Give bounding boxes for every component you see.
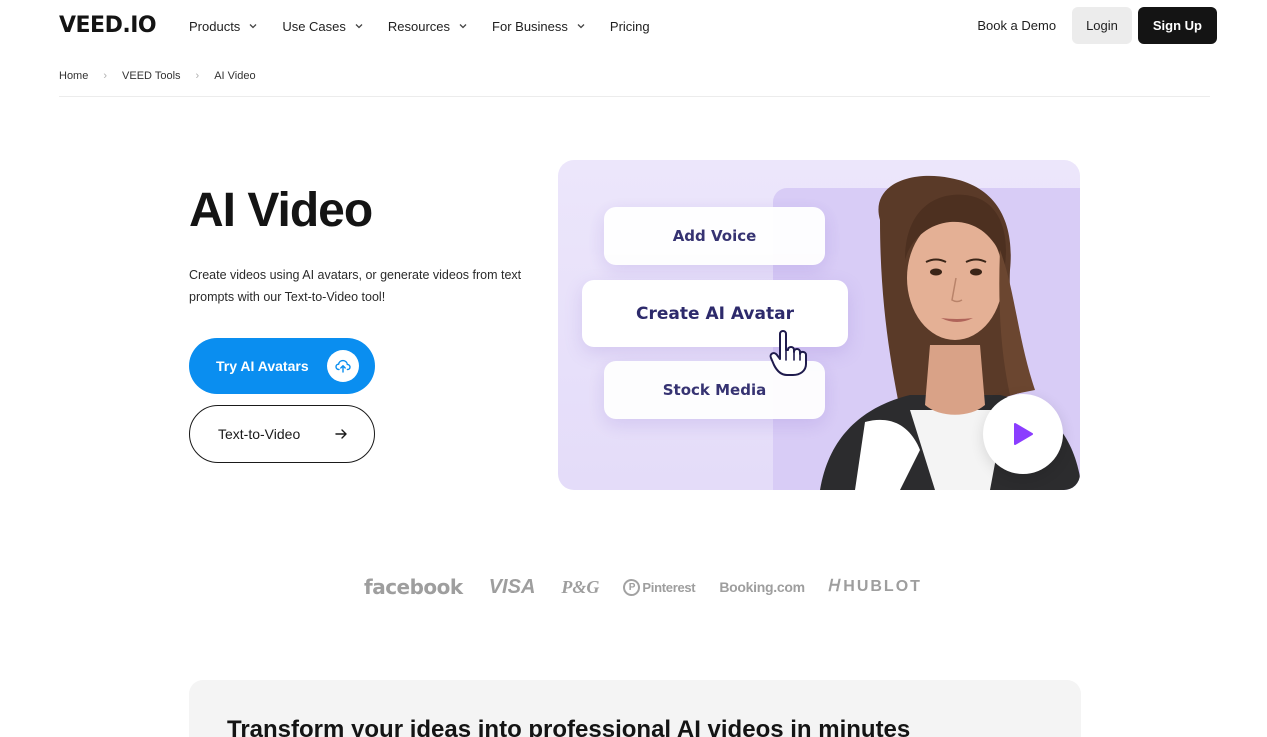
customer-logos: facebook VISA P&G P Pinterest Booking.co…	[364, 572, 920, 602]
chevron-down-icon	[458, 21, 468, 31]
pinterest-wordmark: Pinterest	[642, 579, 696, 595]
hublot-wordmark: HUBLOT	[843, 578, 922, 595]
nav-item-products[interactable]: Products	[189, 17, 258, 35]
pinterest-icon: P	[623, 578, 641, 596]
button-label: Try AI Avatars	[216, 358, 309, 374]
hublot-icon: 𝐻	[828, 578, 841, 595]
visa-logo: VISA	[488, 575, 536, 598]
hublot-logo: 𝐻 HUBLOT	[829, 578, 922, 596]
nav-item-label: Pricing	[609, 18, 650, 34]
nav-item-label: Use Cases	[282, 18, 346, 34]
chevron-down-icon	[576, 21, 586, 31]
nav-menu: Products Use Cases Resources For Busines…	[189, 17, 674, 35]
hero-illustration: Add Voice Create AI Avatar Stock Media	[558, 160, 1080, 490]
hand-pointer-icon	[769, 330, 807, 376]
breadcrumb-ai-video[interactable]: AI Video	[214, 70, 255, 82]
play-icon	[1014, 423, 1033, 445]
breadcrumb: Home › VEED Tools › AI Video	[59, 70, 256, 82]
page-title: AI Video	[189, 184, 373, 237]
add-voice-card: Add Voice	[604, 207, 825, 265]
divider	[59, 96, 1210, 97]
facebook-logo: facebook	[364, 575, 463, 599]
play-button[interactable]	[983, 394, 1063, 474]
try-ai-avatars-button[interactable]: Try AI Avatars	[189, 338, 375, 394]
section-title: Transform your ideas into professional A…	[227, 716, 911, 737]
nav-item-resources[interactable]: Resources	[388, 17, 468, 35]
veed-logo[interactable]: VEED.IO	[59, 13, 157, 38]
pg-logo: P&G	[561, 576, 600, 597]
upload-cloud-icon	[327, 350, 359, 382]
breadcrumb-veed-tools[interactable]: VEED Tools	[122, 70, 181, 82]
nav-item-for-business[interactable]: For Business	[492, 17, 586, 35]
nav-item-label: Products	[189, 18, 241, 34]
chevron-right-icon: ›	[195, 70, 200, 82]
breadcrumb-home[interactable]: Home	[59, 70, 88, 82]
nav-item-pricing[interactable]: Pricing	[610, 17, 650, 35]
nav-item-label: For Business	[492, 18, 568, 34]
signup-button[interactable]: Sign Up	[1137, 7, 1217, 44]
nav-actions: Book a Demo Login Sign Up	[977, 7, 1217, 44]
features-section: Transform your ideas into professional A…	[189, 680, 1081, 737]
nav-item-label: Resources	[387, 18, 451, 34]
book-demo-link[interactable]: Book a Demo	[977, 18, 1056, 33]
chevron-right-icon: ›	[103, 70, 108, 82]
chevron-down-icon	[354, 21, 364, 31]
arrow-right-icon	[335, 429, 347, 439]
pinterest-logo: P Pinterest	[623, 578, 696, 596]
chevron-down-icon	[248, 21, 258, 31]
booking-logo: Booking.com	[719, 579, 805, 595]
login-button[interactable]: Login	[1072, 7, 1132, 44]
text-to-video-button[interactable]: Text-to-Video	[189, 405, 375, 463]
button-label: Text-to-Video	[218, 426, 301, 442]
top-navbar: VEED.IO Products Use Cases Resources For…	[0, 0, 1267, 52]
hero-description: Create videos using AI avatars, or gener…	[189, 268, 522, 304]
nav-item-use-cases[interactable]: Use Cases	[282, 17, 364, 35]
